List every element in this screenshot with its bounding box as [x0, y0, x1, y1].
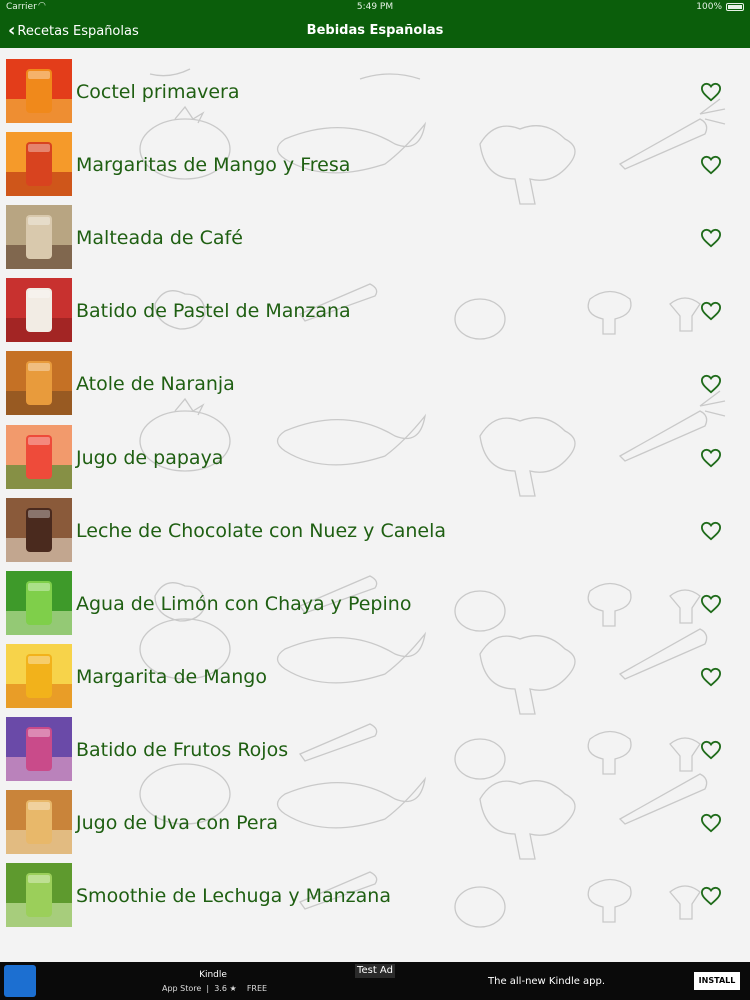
favorite-heart-icon[interactable] [700, 813, 722, 833]
test-ad-label: Test Ad [355, 964, 395, 978]
ad-meta: App Store | 3.6 ★ FREE [162, 984, 268, 993]
ad-rating: 3.6 ★ [214, 984, 237, 993]
app-store-badge: App Store [162, 984, 202, 993]
favorite-heart-icon[interactable] [700, 886, 722, 906]
recipe-title: Margarita de Mango [76, 665, 267, 688]
list-item[interactable]: Smoothie de Lechuga y Manzana [0, 858, 750, 931]
favorite-heart-icon[interactable] [700, 374, 722, 394]
favorite-heart-icon[interactable] [700, 448, 722, 468]
recipe-title: Agua de Limón con Chaya y Pepino [76, 592, 412, 615]
recipe-thumbnail [6, 570, 72, 635]
recipe-title: Jugo de papaya [76, 446, 224, 469]
recipe-thumbnail [6, 497, 72, 562]
recipe-title: Margaritas de Mango y Fresa [76, 154, 351, 177]
recipe-title: Jugo de Uva con Pera [76, 812, 279, 834]
battery-percent: 100% [696, 2, 722, 12]
recipe-thumbnail [6, 424, 72, 489]
ad-price: FREE [246, 984, 268, 993]
recipe-list[interactable]: Coctel primavera Margaritas de Mango y Fr… [0, 54, 750, 962]
recipe-title: Batido de Frutos Rojos [76, 738, 289, 761]
recipe-title: Smoothie de Lechuga y Manzana [76, 885, 391, 908]
favorite-heart-icon[interactable] [700, 155, 722, 175]
recipe-thumbnail [6, 278, 72, 343]
ad-banner[interactable]: Kindle App Store | 3.6 ★ FREE Test Ad Th… [0, 962, 750, 1000]
recipe-thumbnail [6, 351, 72, 416]
recipe-title: Leche de Chocolate con Nuez y Canela [76, 519, 447, 542]
status-bar: Carrier ◠ 5:49 PM 100% [0, 0, 750, 14]
recipe-thumbnail [6, 205, 72, 270]
list-item[interactable]: Margaritas de Mango y Fresa [0, 127, 750, 200]
page-title: Bebidas Españolas [306, 23, 444, 38]
list-item[interactable]: Jugo de Uva con Pera [0, 785, 750, 858]
recipe-thumbnail [6, 132, 72, 197]
recipe-title: Batido de Pastel de Manzana [76, 300, 351, 323]
favorite-heart-icon[interactable] [700, 228, 722, 248]
recipe-thumbnail [6, 643, 72, 708]
recipe-thumbnail [6, 863, 72, 928]
recipe-title: Malteada de Café [76, 227, 243, 250]
recipe-thumbnail [6, 790, 72, 854]
favorite-heart-icon[interactable] [700, 594, 722, 614]
battery-icon [726, 3, 744, 11]
status-time: 5:49 PM [356, 2, 394, 12]
recipe-title: Coctel primavera [76, 81, 240, 103]
favorite-heart-icon[interactable] [700, 740, 722, 760]
list-item[interactable]: Batido de Pastel de Manzana [0, 273, 750, 346]
favorite-heart-icon[interactable] [700, 301, 722, 321]
list-item[interactable]: Batido de Frutos Rojos [0, 712, 750, 785]
recipe-thumbnail [6, 59, 72, 123]
list-item[interactable]: Atole de Naranja [0, 346, 750, 419]
favorite-heart-icon[interactable] [700, 521, 722, 541]
list-item[interactable]: Coctel primavera [0, 54, 750, 127]
favorite-heart-icon[interactable] [700, 82, 722, 102]
list-item[interactable]: Leche de Chocolate con Nuez y Canela [0, 493, 750, 566]
list-item[interactable]: Malteada de Café [0, 200, 750, 273]
favorite-heart-icon[interactable] [700, 667, 722, 687]
recipe-thumbnail [6, 716, 72, 781]
ad-tagline: The all-new Kindle app. [488, 976, 606, 987]
list-item[interactable]: Agua de Limón con Chaya y Pepino [0, 566, 750, 639]
list-item[interactable]: Margarita de Mango [0, 639, 750, 712]
install-button[interactable]: INSTALL [694, 972, 740, 990]
navigation-bar: Carrier ◠ 5:49 PM 100% ‹ Recetas Español… [0, 0, 750, 48]
recipe-title: Atole de Naranja [76, 373, 235, 396]
list-item[interactable]: Jugo de papaya [0, 420, 750, 493]
